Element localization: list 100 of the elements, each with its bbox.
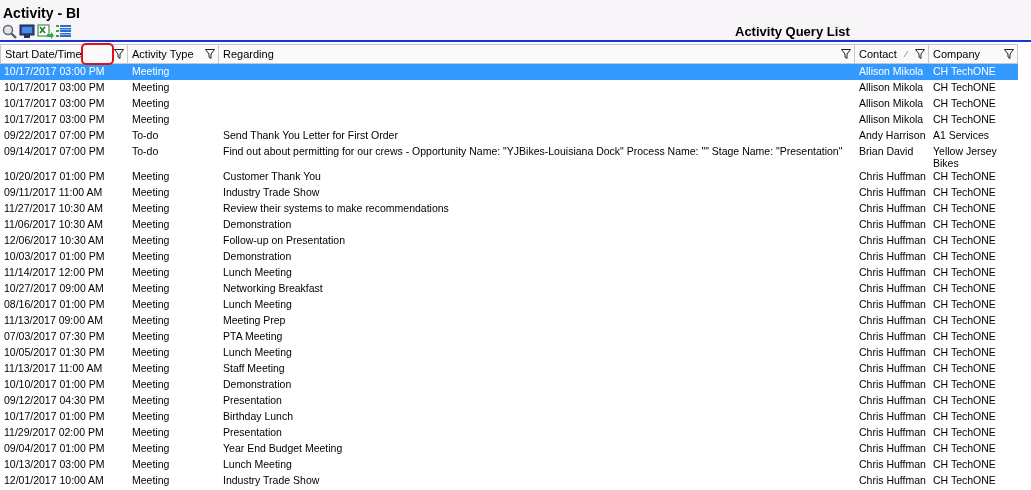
table-cell: Chris Huffman xyxy=(859,426,926,438)
table-cell: Allison Mikola xyxy=(859,113,924,125)
table-cell: 10/13/2017 03:00 PM xyxy=(4,458,105,470)
table-row[interactable]: 10/20/2017 01:00 PM Meeting Customer Thank You Chris Huffman CH TechONE xyxy=(0,169,1018,185)
table-row[interactable]: 10/17/2017 01:00 PM Meeting Birthday Lunch Chris Huffman CH TechONE xyxy=(0,409,1018,425)
table-cell: 10/17/2017 03:00 PM xyxy=(4,81,105,93)
table-cell: Meeting xyxy=(132,330,170,342)
table-row[interactable]: 10/17/2017 03:00 PM Meeting Allison Mikola CH TechONE xyxy=(0,112,1018,128)
table-cell: CH TechONE xyxy=(933,330,996,342)
filter-icon[interactable] xyxy=(1004,49,1014,59)
table-cell: Chris Huffman xyxy=(859,170,926,182)
table-cell: Andy Harrison xyxy=(859,129,926,141)
table-cell: 09/22/2017 07:00 PM xyxy=(4,129,105,141)
monitor-icon[interactable] xyxy=(19,24,35,39)
table-cell: Meeting xyxy=(132,234,170,246)
table-cell: 10/03/2017 01:00 PM xyxy=(4,250,105,262)
column-header[interactable]: Regarding xyxy=(219,44,855,64)
table-row[interactable]: 09/22/2017 07:00 PM To-do Send Thank You Letter for First Order Andy Harrison A1 Services xyxy=(0,128,1018,144)
table-cell: 09/11/2017 11:00 AM xyxy=(4,186,103,198)
table-cell: Staff Meeting xyxy=(223,362,285,374)
search-icon[interactable] xyxy=(2,24,17,39)
table-cell: Follow-up on Presentation xyxy=(223,234,345,246)
table-cell: Chris Huffman xyxy=(859,282,926,294)
table-cell: CH TechONE xyxy=(933,97,996,109)
spreadsheet-export-icon[interactable] xyxy=(37,24,54,39)
table-cell: 10/20/2017 01:00 PM xyxy=(4,170,105,182)
table-cell: Meeting xyxy=(132,97,170,109)
table-cell: Networking Breakfast xyxy=(223,282,323,294)
table-cell: CH TechONE xyxy=(933,81,996,93)
table-cell: Lunch Meeting xyxy=(223,346,292,358)
table-row[interactable]: 12/01/2017 10:00 AM Meeting Industry Trade Show Chris Huffman CH TechONE xyxy=(0,473,1018,489)
table-cell: 11/14/2017 12:00 PM xyxy=(4,266,104,278)
table-cell: CH TechONE xyxy=(933,394,996,406)
table-row[interactable]: 11/06/2017 10:30 AM Meeting Demonstration Chris Huffman CH TechONE xyxy=(0,217,1018,233)
table-cell: Year End Budget Meeting xyxy=(223,442,343,454)
table-row[interactable]: 10/17/2017 03:00 PM Meeting Allison Mikola CH TechONE xyxy=(0,96,1018,112)
table-row[interactable]: 10/13/2017 03:00 PM Meeting Lunch Meeting Chris Huffman CH TechONE xyxy=(0,457,1018,473)
table-cell: Meeting xyxy=(132,426,170,438)
table-cell: Lunch Meeting xyxy=(223,298,292,310)
table-cell: To-do xyxy=(132,145,159,157)
table-cell: CH TechONE xyxy=(933,170,996,182)
table-cell: Meeting xyxy=(132,81,170,93)
table-cell: CH TechONE xyxy=(933,250,996,262)
table-cell: Chris Huffman xyxy=(859,410,926,422)
table-cell: Chris Huffman xyxy=(859,234,926,246)
table-row[interactable]: 10/27/2017 09:00 AM Meeting Networking Breakfast Chris Huffman CH TechONE xyxy=(0,281,1018,297)
table-row[interactable]: 11/14/2017 12:00 PM Meeting Lunch Meeting Chris Huffman CH TechONE xyxy=(0,265,1018,281)
table-row[interactable]: 11/13/2017 09:00 AM Meeting Meeting Prep Chris Huffman CH TechONE xyxy=(0,313,1018,329)
list-icon[interactable] xyxy=(56,24,71,39)
table-row[interactable]: 09/14/2017 07:00 PM To-do Find out about permitting for our crews - Opportunity Name: "YJBikes-Louisiana Dock" Process Name: "" Stage Name: "Presentation" Brian David Yellow Jersey Bikes xyxy=(0,144,1018,169)
table-cell: CH TechONE xyxy=(933,474,996,486)
table-cell: CH TechONE xyxy=(933,410,996,422)
table-cell: CH TechONE xyxy=(933,346,996,358)
filter-icon[interactable] xyxy=(114,49,124,59)
table-cell: Meeting xyxy=(132,458,170,470)
table-row[interactable]: 11/13/2017 11:00 AM Meeting Staff Meeting Chris Huffman CH TechONE xyxy=(0,361,1018,377)
table-cell: Allison Mikola xyxy=(859,65,924,77)
column-header[interactable]: Start Date/Time xyxy=(0,44,128,64)
table-row[interactable]: 10/17/2017 03:00 PM Meeting Allison Mikola CH TechONE xyxy=(0,80,1018,96)
table-cell: 09/04/2017 01:00 PM xyxy=(4,442,105,454)
filter-icon[interactable] xyxy=(841,49,851,59)
column-header[interactable]: Contact xyxy=(855,44,929,64)
table-cell: Industry Trade Show xyxy=(223,474,320,486)
table-row[interactable]: 08/16/2017 01:00 PM Meeting Lunch Meeting Chris Huffman CH TechONE xyxy=(0,297,1018,313)
table-cell: 11/27/2017 10:30 AM xyxy=(4,202,104,214)
table-row[interactable]: 07/03/2017 07:30 PM Meeting PTA Meeting Chris Huffman CH TechONE xyxy=(0,329,1018,345)
table-cell: 10/17/2017 03:00 PM xyxy=(4,113,105,125)
table-cell: Meeting Prep xyxy=(223,314,286,326)
table-row[interactable]: 11/29/2017 02:00 PM Meeting Presentation Chris Huffman CH TechONE xyxy=(0,425,1018,441)
table-cell: Birthday Lunch xyxy=(223,410,294,422)
window-title: Activity - BI xyxy=(2,4,81,23)
table-cell: Presentation xyxy=(223,394,282,406)
column-header[interactable]: Company xyxy=(929,44,1018,64)
table-cell: Meeting xyxy=(132,474,170,486)
table-row[interactable]: 11/27/2017 10:30 AM Meeting Review their systems to make recommendations Chris Huffman CH TechONE xyxy=(0,201,1018,217)
table-row[interactable]: 09/11/2017 11:00 AM Meeting Industry Trade Show Chris Huffman CH TechONE xyxy=(0,185,1018,201)
table-cell: Meeting xyxy=(132,202,170,214)
table-cell: Send Thank You Letter for First Order xyxy=(223,129,398,141)
table-cell: 11/13/2017 09:00 AM xyxy=(4,314,104,326)
column-header[interactable]: Activity Type xyxy=(128,44,219,64)
table-cell: Demonstration xyxy=(223,250,292,262)
table-cell: Chris Huffman xyxy=(859,458,926,470)
table-row[interactable]: 09/04/2017 01:00 PM Meeting Year End Budget Meeting Chris Huffman CH TechONE xyxy=(0,441,1018,457)
table-row[interactable]: 10/10/2017 01:00 PM Meeting Demonstration Chris Huffman CH TechONE xyxy=(0,377,1018,393)
table-cell: Meeting xyxy=(132,65,170,77)
table-cell: Chris Huffman xyxy=(859,442,926,454)
table-row[interactable]: 10/05/2017 01:30 PM Meeting Lunch Meeting Chris Huffman CH TechONE xyxy=(0,345,1018,361)
table-cell: Presentation xyxy=(223,426,282,438)
table-row[interactable]: 10/03/2017 01:00 PM Meeting Demonstration Chris Huffman CH TechONE xyxy=(0,249,1018,265)
table-cell: Brian David xyxy=(859,145,914,157)
table-cell: Meeting xyxy=(132,113,170,125)
table-cell: Lunch Meeting xyxy=(223,266,292,278)
filter-icon[interactable] xyxy=(915,49,925,59)
table-cell: Chris Huffman xyxy=(859,362,926,374)
table-row[interactable]: 09/12/2017 04:30 PM Meeting Presentation Chris Huffman CH TechONE xyxy=(0,393,1018,409)
table-cell: Review their systems to make recommendations xyxy=(223,202,449,214)
table-row[interactable]: 12/06/2017 10:30 AM Meeting Follow-up on Presentation Chris Huffman CH TechONE xyxy=(0,233,1018,249)
table-cell: Demonstration xyxy=(223,218,292,230)
table-cell: Chris Huffman xyxy=(859,250,926,262)
filter-icon[interactable] xyxy=(205,49,215,59)
